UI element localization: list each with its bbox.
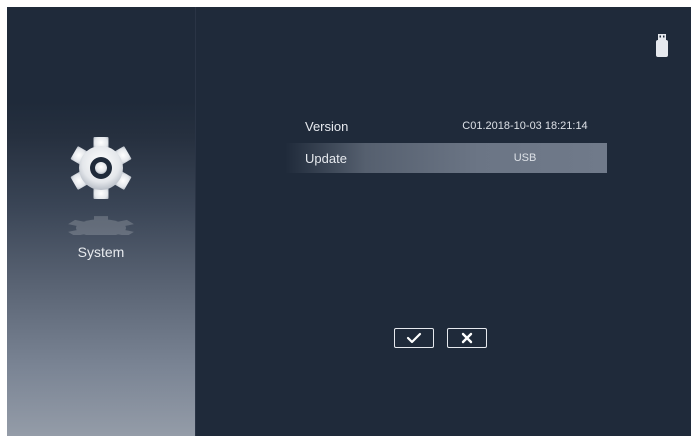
close-icon [461, 332, 473, 344]
cancel-button[interactable] [447, 328, 487, 348]
update-source-value[interactable]: USB [445, 152, 605, 164]
projector-menu-screen: System Version C01.2018-10-03 18:21:14 U… [7, 7, 691, 436]
sidebar: System [7, 7, 196, 436]
gear-icon [51, 135, 151, 235]
version-value: C01.2018-10-03 18:21:14 [462, 120, 588, 132]
version-label: Version [305, 119, 349, 134]
update-row[interactable]: Update USB [285, 143, 607, 173]
confirm-button[interactable] [394, 328, 434, 348]
usb-drive-icon [655, 33, 669, 59]
version-row: Version C01.2018-10-03 18:21:14 [285, 111, 607, 141]
update-label: Update [305, 151, 347, 166]
checkmark-icon [406, 332, 422, 344]
section-label: System [77, 244, 125, 260]
